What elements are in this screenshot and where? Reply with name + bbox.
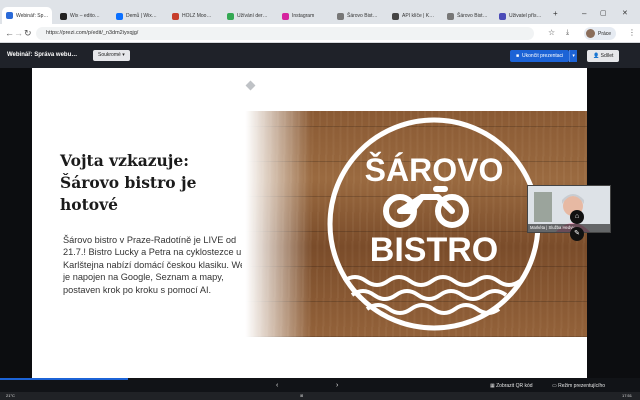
clock: 17:51 <box>622 393 633 398</box>
page-favicon-icon <box>499 12 506 20</box>
photo-fade <box>242 111 312 337</box>
forward-arrow-icon[interactable]: → <box>14 28 23 38</box>
browser-tab[interactable]: Uživatel přís… <box>495 8 549 24</box>
browser-menu-icon[interactable]: ⋮ <box>628 28 636 38</box>
os-taskbar <box>0 392 640 400</box>
tab-label: Webinář: Sp… <box>16 12 49 19</box>
tab-label: Demů | Wix… <box>126 13 157 19</box>
weather-temp: 21°C <box>6 393 15 398</box>
present-icon: ■ <box>516 53 520 59</box>
chevron-right-icon[interactable]: › <box>336 382 338 390</box>
browser-tab[interactable]: HOLZ Moo… <box>168 8 222 24</box>
presentation-canvas[interactable]: Vojta vzkazuje: Šárovo bistro je hotové … <box>0 68 640 380</box>
browser-tab[interactable]: Šárovo Bist… <box>443 8 493 24</box>
instagram-favicon-icon <box>282 12 289 20</box>
slide-headline: Vojta vzkazuje: Šárovo bistro je hotové <box>60 151 197 214</box>
browser-tab[interactable]: Wix – edito… <box>56 8 110 24</box>
wix-favicon-icon <box>60 12 67 20</box>
new-tab-button[interactable]: + <box>553 9 558 19</box>
end-presentation-label: Ukončit prezentaci <box>522 53 564 59</box>
share-icon: 👤 <box>593 53 601 59</box>
webcam-overlay[interactable]: Markéta | Služba Hedvy <box>527 185 611 233</box>
back-arrow-icon[interactable]: ← <box>5 28 14 38</box>
tab-label: Wix – edito… <box>70 13 100 19</box>
pen-icon[interactable]: ✎ <box>570 227 584 241</box>
page-favicon-icon <box>227 12 234 20</box>
tab-label: API klíče | K… <box>402 13 435 19</box>
topic-marker-icon <box>245 80 256 91</box>
profile-button[interactable]: Práce <box>584 27 617 40</box>
prezi-favicon-icon <box>6 12 13 19</box>
browser-tab[interactable]: Užívání der… <box>223 8 277 24</box>
logo-bottom-text: BISTRO <box>370 231 498 269</box>
browser-tab[interactable]: Webinář: Sp… ✕ <box>2 7 52 24</box>
home-icon[interactable]: ⌂ <box>570 210 584 224</box>
browser-tab-strip: Webinář: Sp… ✕ Wix – edito… Demů | Wix… … <box>0 0 640 24</box>
tab-label: Užívání der… <box>237 13 268 19</box>
show-qr-button[interactable]: ▦ Zobrazit QR kód <box>490 382 533 390</box>
avatar <box>586 29 595 38</box>
browser-tab[interactable]: Demů | Wix… <box>112 8 166 24</box>
address-bar-row: ← → ↻ https://prezi.com/p/edit/_n3dm2iyx… <box>0 24 640 43</box>
tab-label: HOLZ Moo… <box>182 13 212 19</box>
webcam-label: Markéta | Služba Hedvy <box>528 224 610 232</box>
close-window-button[interactable]: ✕ <box>622 9 628 19</box>
browser-tab[interactable]: API klíče | K… <box>388 8 442 24</box>
presentation-title[interactable]: Webinář: Správa webu… <box>7 52 77 58</box>
presentation-controls-bar <box>0 378 640 392</box>
end-presentation-button[interactable]: ■ Ukončit prezentaci ▾ <box>510 50 578 62</box>
slide-body-text: Šárovo bistro v Praze-Radotíně je LIVE o… <box>63 235 251 295</box>
browser-tab[interactable]: Šárovo Bist… <box>333 8 387 24</box>
page-favicon-icon <box>392 12 399 20</box>
page-favicon-icon <box>172 12 179 20</box>
privacy-dropdown[interactable]: Soukromé ▾ <box>93 50 130 61</box>
share-button[interactable]: 👤 Sdílet <box>587 50 620 62</box>
wix-favicon-icon <box>116 12 123 20</box>
share-label: Sdílet <box>600 53 614 59</box>
qr-label: Zobrazit QR kód <box>496 383 533 389</box>
logo-top-text: ŠÁROVO <box>365 152 504 188</box>
slide: Vojta vzkazuje: Šárovo bistro je hotové … <box>32 68 587 378</box>
reload-icon[interactable]: ↻ <box>24 28 32 38</box>
privacy-label: Soukromé <box>98 52 121 58</box>
bicycle-icon <box>383 186 469 228</box>
browser-tab[interactable]: Instagram <box>278 8 332 24</box>
progress-bar <box>0 378 128 380</box>
tab-label: Instagram <box>292 13 315 19</box>
downloads-icon[interactable]: ⤓ <box>566 28 569 38</box>
profile-label: Práce <box>598 30 612 37</box>
bookmark-star-icon[interactable]: ☆ <box>548 28 555 38</box>
url-field[interactable]: https://prezi.com/p/edit/_n3dm2iyxqjg/ <box>36 27 534 40</box>
tab-close-icon[interactable]: ✕ <box>51 12 52 19</box>
chevron-left-icon[interactable]: ‹ <box>276 382 278 390</box>
maximize-button[interactable]: ▢ <box>600 9 607 19</box>
page-favicon-icon <box>337 12 344 20</box>
prezi-toolbar: Webinář: Správa webu… Soukromé ▾ ■ Ukonč… <box>0 44 640 68</box>
chevron-down-icon[interactable]: ▾ <box>569 50 578 62</box>
presenter-label: Režim prezentujícího <box>558 383 606 389</box>
tab-label: Šárovo Bist… <box>457 13 488 19</box>
minimize-button[interactable]: – <box>582 9 586 19</box>
presenter-mode-button[interactable]: ▭ Režim prezentujícího <box>552 382 605 390</box>
page-favicon-icon <box>447 12 454 20</box>
tab-label: Šárovo Bist… <box>347 13 378 19</box>
windows-start-icon[interactable]: ⊞ <box>300 393 303 399</box>
tab-label: Uživatel přís… <box>509 13 542 19</box>
chevron-down-icon: ▾ <box>122 52 125 58</box>
